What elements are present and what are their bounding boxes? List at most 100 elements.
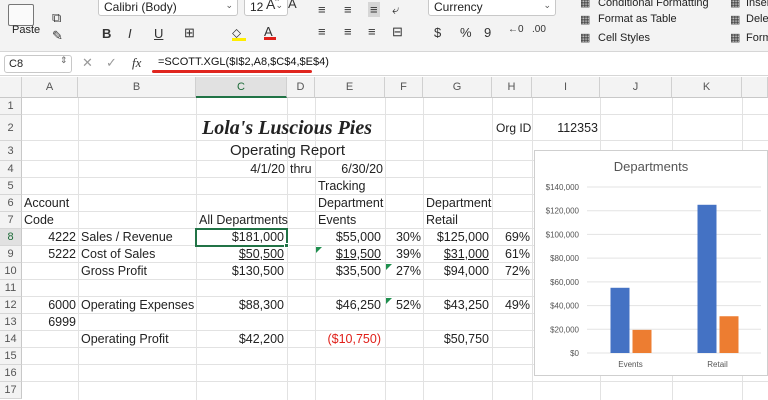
italic-icon[interactable]: I <box>128 26 132 41</box>
table-cell[interactable]: 61% <box>492 246 530 263</box>
org-id-value[interactable]: 112353 <box>532 120 600 137</box>
format-icon[interactable]: ▦ <box>730 31 740 44</box>
date-to[interactable]: 6/30/20 <box>315 161 383 178</box>
name-box-stepper-icon[interactable]: ⇕ <box>60 55 68 66</box>
chart-bar[interactable] <box>632 329 652 353</box>
table-cell[interactable]: Operating Profit <box>81 331 169 348</box>
row-header-8[interactable]: 8 <box>0 229 22 246</box>
thru-label[interactable]: thru <box>290 161 312 178</box>
enter-icon[interactable]: ✓ <box>106 55 117 71</box>
table-cell[interactable]: Gross Profit <box>81 263 147 280</box>
delete-icon[interactable]: ▦ <box>730 13 740 26</box>
currency-icon[interactable]: $ <box>434 25 441 40</box>
chart-bar[interactable] <box>697 204 717 353</box>
align-middle-icon[interactable]: ≡ <box>344 2 352 17</box>
row-header-13[interactable]: 13 <box>0 314 22 331</box>
table-cell[interactable]: Cost of Sales <box>81 246 155 263</box>
table-cell[interactable]: $50,750 <box>423 331 489 348</box>
table-cell[interactable]: 6000 <box>22 297 76 314</box>
departments-chart[interactable]: Departments $0 $20,000 $40,000 $60,000 $80,0… <box>534 150 768 376</box>
tracking-label[interactable]: Tracking <box>318 178 365 195</box>
decrease-decimal-icon[interactable]: .00 <box>532 24 546 35</box>
report-subtitle[interactable]: Operating Report <box>230 141 345 161</box>
row-header-3[interactable]: 3 <box>0 141 22 161</box>
formula-input[interactable]: =SCOTT.XGL($I$2,A8,$C$4,$E$4) <box>158 56 329 68</box>
format-button[interactable]: Form <box>746 32 768 44</box>
column-header-h[interactable]: H <box>492 77 532 98</box>
align-top-icon[interactable]: ≡ <box>318 2 326 17</box>
column-header-f[interactable]: F <box>385 77 423 98</box>
align-right-icon[interactable]: ≡ <box>368 24 376 39</box>
column-header-c[interactable]: C <box>196 77 287 98</box>
format-as-table-icon[interactable]: ▦ <box>580 13 590 26</box>
table-cell[interactable]: 6999 <box>22 314 76 331</box>
row-header-2[interactable]: 2 <box>0 115 22 141</box>
row-header-17[interactable]: 17 <box>0 382 22 399</box>
table-cell[interactable]: Sales / Revenue <box>81 229 173 246</box>
decrease-font-icon[interactable]: Aˇ <box>288 0 299 11</box>
borders-icon[interactable]: ⊞ <box>184 25 195 41</box>
table-cell[interactable]: $31,000 <box>423 246 489 263</box>
column-header-j[interactable]: J <box>600 77 672 98</box>
row-header-10[interactable]: 10 <box>0 263 22 280</box>
delete-button[interactable]: Dele <box>746 13 768 25</box>
column-header-b[interactable]: B <box>78 77 196 98</box>
font-name-dropdown[interactable]: Calibri (Body) ⌄ <box>98 0 238 16</box>
row-header-11[interactable]: 11 <box>0 280 22 297</box>
table-cell[interactable]: $50,500 <box>196 246 284 263</box>
insert-function-icon[interactable]: fx <box>132 55 141 71</box>
column-header-i[interactable]: I <box>532 77 600 98</box>
table-cell[interactable]: $42,200 <box>196 331 284 348</box>
table-cell[interactable]: $94,000 <box>423 263 489 280</box>
chart-bar[interactable] <box>610 287 630 353</box>
bold-icon[interactable]: B <box>102 26 111 41</box>
retail-label[interactable]: Retail <box>426 212 458 229</box>
table-cell[interactable]: 4222 <box>22 229 76 246</box>
column-header-k[interactable]: K <box>672 77 742 98</box>
cancel-icon[interactable]: ✕ <box>82 55 93 71</box>
table-cell[interactable]: Operating Expenses <box>81 297 194 314</box>
merge-center-icon[interactable]: ⊟ <box>392 24 403 40</box>
align-center-icon[interactable]: ≡ <box>344 24 352 39</box>
align-left-icon[interactable]: ≡ <box>318 24 326 39</box>
format-as-table-button[interactable]: Format as Table <box>598 13 677 25</box>
row-header-15[interactable]: 15 <box>0 348 22 365</box>
fill-handle[interactable] <box>284 243 289 248</box>
account-label[interactable]: Account <box>24 195 69 212</box>
paste-icon[interactable] <box>8 4 34 26</box>
code-label[interactable]: Code <box>24 212 54 229</box>
org-id-label[interactable]: Org ID <box>496 120 531 137</box>
underline-icon[interactable]: U <box>154 26 163 41</box>
comma-style-icon[interactable]: 9 <box>484 25 491 40</box>
table-cell[interactable]: $35,500 <box>315 263 381 280</box>
sheet-title[interactable]: Lola's Luscious Pies <box>202 115 372 141</box>
number-format-dropdown[interactable]: Currency ⌄ <box>428 0 556 16</box>
cell-styles-button[interactable]: Cell Styles <box>598 32 650 44</box>
table-cell[interactable]: 30% <box>385 229 421 246</box>
align-bottom-icon[interactable]: ≡ <box>368 2 380 17</box>
copy-icon[interactable]: ⧉ <box>52 10 61 26</box>
column-header-a[interactable]: A <box>22 77 78 98</box>
column-header-g[interactable]: G <box>423 77 492 98</box>
conditional-formatting-icon[interactable]: ▦ <box>580 0 590 9</box>
table-cell[interactable]: 39% <box>385 246 421 263</box>
percent-icon[interactable]: % <box>460 25 472 40</box>
row-header-7[interactable]: 7 <box>0 212 22 229</box>
row-header-5[interactable]: 5 <box>0 178 22 195</box>
row-header-9[interactable]: 9 <box>0 246 22 263</box>
row-header-6[interactable]: 6 <box>0 195 22 212</box>
table-cell[interactable]: $125,000 <box>423 229 489 246</box>
conditional-formatting-button[interactable]: Conditional Formatting <box>598 0 709 9</box>
table-cell[interactable]: $130,500 <box>196 263 284 280</box>
insert-icon[interactable]: ▦ <box>730 0 740 9</box>
date-from[interactable]: 4/1/20 <box>196 161 285 178</box>
column-header-e[interactable]: E <box>315 77 385 98</box>
row-header-14[interactable]: 14 <box>0 331 22 348</box>
table-cell[interactable]: $46,250 <box>315 297 381 314</box>
department-label-g[interactable]: Department <box>426 195 491 212</box>
events-label[interactable]: Events <box>318 212 356 229</box>
column-header-l[interactable] <box>742 77 768 98</box>
row-header-16[interactable]: 16 <box>0 365 22 382</box>
table-cell[interactable]: $43,250 <box>423 297 489 314</box>
all-departments-label[interactable]: All Departments <box>199 212 288 229</box>
